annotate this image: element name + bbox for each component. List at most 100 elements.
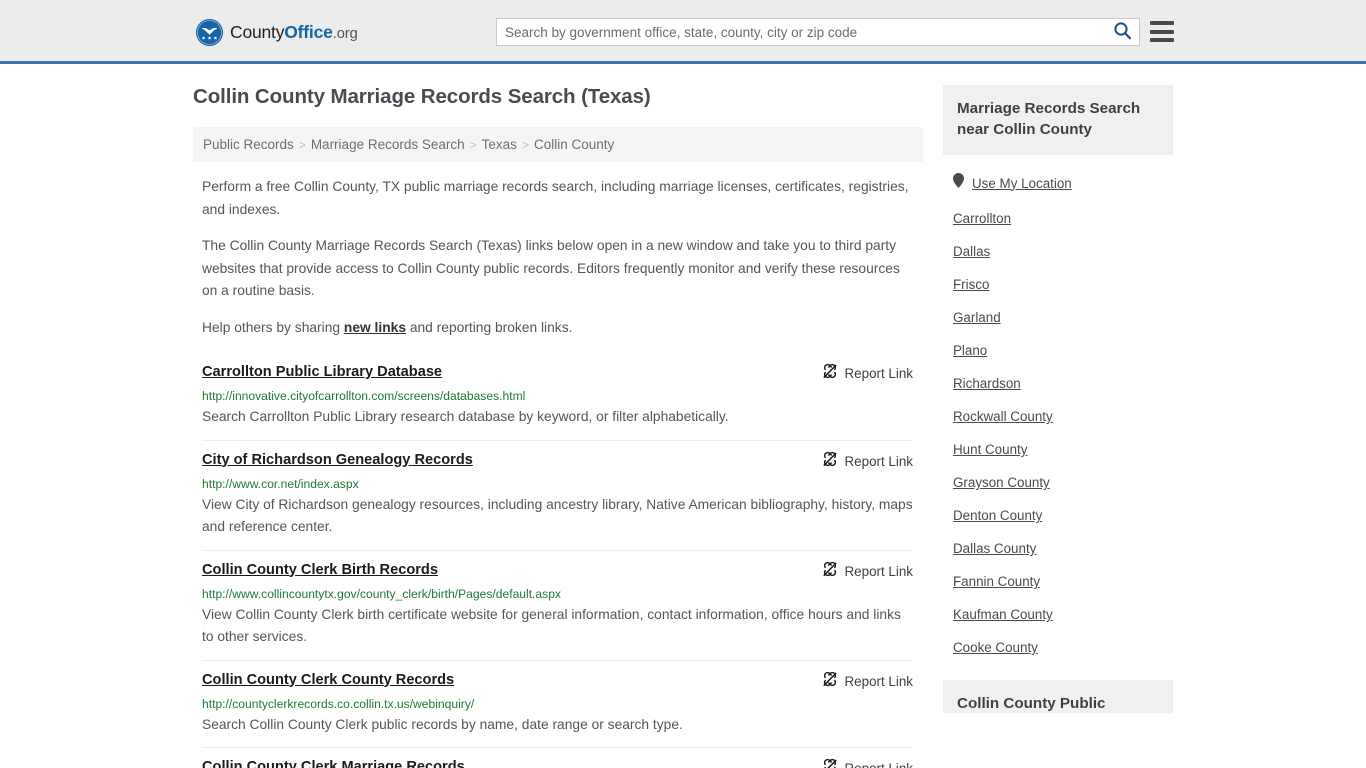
result-description: Search Carrollton Public Library researc… — [202, 409, 729, 424]
result-url[interactable]: http://innovative.cityofcarrollton.com/s… — [202, 388, 913, 404]
breadcrumb-item-marriage-records-search[interactable]: Marriage Records Search — [311, 137, 465, 152]
result-title-link[interactable]: Carrollton Public Library Database — [202, 362, 442, 382]
result-item: City of Richardson Genealogy Records Rep… — [202, 441, 913, 551]
report-link-label: Report Link — [844, 366, 913, 381]
sidebar-link-label[interactable]: Plano — [953, 343, 987, 358]
sidebar-link-label[interactable]: Frisco — [953, 277, 989, 292]
result-item: Collin County Clerk County Records Repor… — [202, 661, 913, 748]
sidebar-item-grayson-county[interactable]: Grayson County — [953, 466, 1173, 499]
logo-text-tld: .org — [332, 25, 358, 42]
breadcrumb-separator: > — [469, 138, 477, 152]
breadcrumb: Public Records > Marriage Records Search > T… — [193, 127, 923, 162]
result-item: Carrollton Public Library Database Repor… — [202, 353, 913, 441]
sidebar: Marriage Records Search near Collin Coun… — [943, 85, 1173, 768]
search-icon — [1113, 21, 1132, 43]
report-link-button[interactable]: Report Link — [822, 560, 913, 582]
intro-text-after-link: and reporting broken links. — [406, 319, 573, 335]
report-link-button[interactable]: Report Link — [822, 757, 913, 768]
sidebar-links-list: Use My Location Carrollton Dallas Frisco… — [943, 155, 1173, 664]
breadcrumb-item-public-records[interactable]: Public Records — [203, 137, 294, 152]
report-link-label: Report Link — [844, 453, 913, 469]
result-title-link[interactable]: Collin County Clerk Marriage Records — [202, 757, 465, 768]
new-links-link[interactable]: new links — [344, 320, 406, 335]
hamburger-bar — [1150, 29, 1174, 34]
intro-text-before-link: Help others by sharing — [202, 319, 344, 335]
intro-paragraph-3: Help others by sharing new links and rep… — [193, 317, 923, 340]
result-header: City of Richardson Genealogy Records Rep… — [202, 450, 913, 472]
sidebar-item-hunt-county[interactable]: Hunt County — [953, 433, 1173, 466]
sidebar-heading: Marriage Records Search near Collin Coun… — [943, 85, 1173, 155]
sidebar-item-frisco[interactable]: Frisco — [953, 268, 1173, 301]
report-link-button[interactable]: Report Link — [822, 450, 913, 472]
sidebar-link-label[interactable]: Carrollton — [953, 211, 1011, 226]
broken-link-icon — [822, 758, 838, 768]
sidebar-item-cooke-county[interactable]: Cooke County — [953, 631, 1173, 664]
search-input[interactable] — [497, 19, 1105, 45]
site-logo-text: CountyOffice.org — [230, 22, 358, 43]
result-description: Search Collin County Clerk public record… — [202, 716, 683, 732]
sidebar-item-plano[interactable]: Plano — [953, 334, 1173, 367]
sidebar-item-dallas-county[interactable]: Dallas County — [953, 532, 1173, 565]
page-body: Collin County Marriage Records Search (T… — [0, 64, 1366, 768]
hamburger-bar — [1150, 38, 1174, 42]
hamburger-menu-icon[interactable] — [1150, 21, 1174, 42]
breadcrumb-separator: > — [521, 138, 529, 152]
broken-link-icon — [822, 671, 838, 692]
report-link-button[interactable]: Report Link — [822, 670, 913, 692]
result-item: Collin County Clerk Marriage Records — [202, 748, 913, 768]
report-link-label: Report Link — [845, 761, 913, 768]
sidebar-link-label[interactable]: Richardson — [953, 376, 1021, 391]
result-title-link[interactable]: Collin County Clerk Birth Records — [202, 560, 438, 580]
sidebar-link-label[interactable]: Hunt County — [953, 442, 1027, 457]
intro-paragraph-1: Perform a free Collin County, TX public … — [202, 179, 909, 217]
report-link-button[interactable]: Report Link — [822, 362, 913, 384]
sidebar-item-kaufman-county[interactable]: Kaufman County — [953, 598, 1173, 631]
sidebar-link-label[interactable]: Fannin County — [953, 574, 1040, 589]
sidebar-link-label[interactable]: Cooke County — [953, 640, 1038, 655]
logo-text-office: Office — [284, 22, 333, 42]
intro-paragraph-2: The Collin County Marriage Records Searc… — [202, 238, 900, 298]
result-header: Collin County Clerk County Records Repor… — [202, 670, 913, 692]
search-button[interactable] — [1105, 19, 1139, 45]
sidebar-link-label[interactable]: Garland — [953, 310, 1001, 325]
sidebar-item-dallas[interactable]: Dallas — [953, 235, 1173, 268]
sidebar-item-fannin-county[interactable]: Fannin County — [953, 565, 1173, 598]
site-header: CountyOffice.org — [0, 0, 1366, 64]
sidebar-link-label[interactable]: Rockwall County — [953, 409, 1053, 424]
page-title: Collin County Marriage Records Search (T… — [193, 85, 651, 108]
result-title-link[interactable]: Collin County Clerk County Records — [202, 670, 454, 690]
sidebar-item-richardson[interactable]: Richardson — [953, 367, 1173, 400]
result-url[interactable]: http://www.collincountytx.gov/county_cle… — [202, 586, 913, 602]
breadcrumb-separator: > — [298, 138, 306, 152]
sidebar-link-label[interactable]: Denton County — [953, 508, 1042, 523]
use-my-location-label[interactable]: Use My Location — [972, 176, 1072, 191]
search-bar — [496, 18, 1140, 46]
result-item: Collin County Clerk Birth Records Report… — [202, 551, 913, 661]
result-header: Collin County Clerk Marriage Records — [202, 757, 913, 768]
broken-link-icon — [822, 561, 838, 582]
content-container: Collin County Marriage Records Search (T… — [193, 85, 1173, 768]
sidebar-item-use-my-location[interactable]: Use My Location — [953, 164, 1173, 202]
breadcrumb-item-texas[interactable]: Texas — [482, 137, 517, 152]
result-url[interactable]: http://www.cor.net/index.aspx — [202, 476, 913, 492]
broken-link-icon — [822, 451, 838, 472]
eagle-stars-seal-icon — [196, 19, 223, 46]
site-logo[interactable]: CountyOffice.org — [196, 19, 358, 46]
result-url[interactable]: http://countyclerkrecords.co.collin.tx.u… — [202, 696, 913, 712]
sidebar-item-rockwall-county[interactable]: Rockwall County — [953, 400, 1173, 433]
sidebar-next-heading: Collin County Public — [943, 680, 1173, 713]
breadcrumb-item-collin-county[interactable]: Collin County — [534, 137, 614, 152]
sidebar-link-label[interactable]: Kaufman County — [953, 607, 1053, 622]
sidebar-item-garland[interactable]: Garland — [953, 301, 1173, 334]
sidebar-link-label[interactable]: Grayson County — [953, 475, 1050, 490]
sidebar-item-carrollton[interactable]: Carrollton — [953, 202, 1173, 235]
report-link-label: Report Link — [844, 673, 913, 689]
result-description: View City of Richardson genealogy resour… — [202, 496, 913, 535]
result-title-link[interactable]: City of Richardson Genealogy Records — [202, 450, 473, 470]
sidebar-item-denton-county[interactable]: Denton County — [953, 499, 1173, 532]
result-header: Carrollton Public Library Database Repor… — [202, 362, 913, 384]
sidebar-link-label[interactable]: Dallas — [953, 244, 990, 259]
map-pin-icon — [953, 173, 964, 193]
sidebar-link-label[interactable]: Dallas County — [953, 541, 1036, 556]
result-header: Collin County Clerk Birth Records Report… — [202, 560, 913, 582]
